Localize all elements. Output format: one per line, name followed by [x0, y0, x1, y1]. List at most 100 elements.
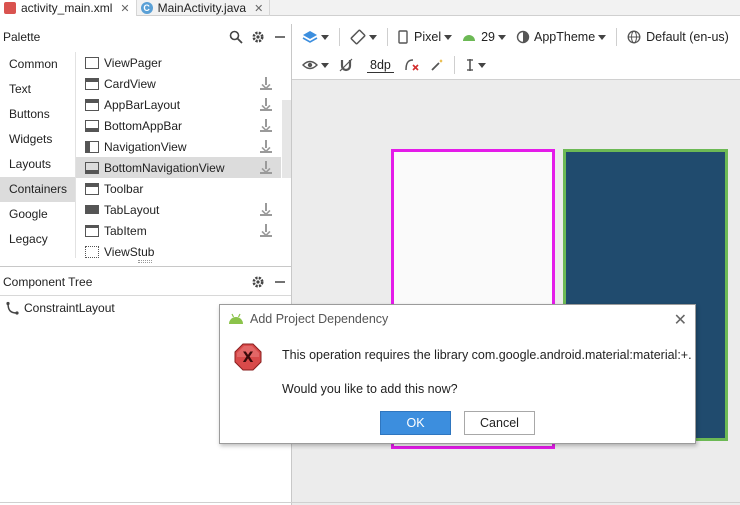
guideline-icon [466, 59, 473, 71]
dialog-title: Add Project Dependency [250, 312, 389, 326]
palette-header: Palette [0, 24, 291, 50]
rotate-device-icon [350, 29, 366, 45]
constraint-toolbar: 8dp [292, 52, 740, 78]
tablayout-icon [85, 205, 99, 214]
category-buttons[interactable]: Buttons [0, 102, 75, 127]
java-class-icon: C [140, 2, 153, 14]
appbarlayout-icon [85, 98, 99, 111]
component-tabitem[interactable]: TabItem [76, 220, 281, 241]
constraint-layout-icon [6, 301, 19, 315]
eye-icon [302, 60, 318, 70]
component-tablayout[interactable]: TabLayout [76, 199, 281, 220]
download-icon[interactable] [260, 98, 272, 111]
tree-separator [0, 295, 291, 296]
clear-constraints-button[interactable] [404, 58, 420, 72]
category-google[interactable]: Google [0, 202, 75, 227]
component-tree-header: Component Tree [0, 270, 291, 294]
component-label: AppBarLayout [104, 97, 181, 112]
phone-icon [398, 30, 408, 44]
theme-selector[interactable]: AppTheme [516, 30, 607, 44]
close-icon[interactable]: ✕ [674, 310, 687, 330]
component-label: TabLayout [104, 202, 160, 217]
minimize-icon[interactable] [269, 271, 291, 293]
tabitem-icon [85, 224, 99, 237]
minimize-icon[interactable] [269, 26, 291, 48]
tab-mainactivity-java[interactable]: C MainActivity.java ✕ [137, 0, 271, 16]
design-surface-button[interactable] [302, 30, 329, 44]
category-text[interactable]: Text [0, 77, 75, 102]
default-margin-field[interactable]: 8dp [363, 58, 394, 73]
component-navigationview[interactable]: NavigationView [76, 136, 281, 157]
bottomnavigationview-icon [85, 161, 99, 174]
guidelines-button[interactable] [465, 58, 486, 72]
component-label: Toolbar [104, 181, 144, 196]
ok-button[interactable]: OK [380, 411, 451, 435]
layers-icon [302, 31, 318, 43]
download-icon[interactable] [260, 161, 272, 174]
component-label: BottomNavigationView [104, 160, 225, 175]
error-icon: X [234, 343, 262, 371]
download-icon[interactable] [260, 140, 272, 153]
component-bottomappbar[interactable]: BottomAppBar [76, 115, 281, 136]
search-icon[interactable] [225, 26, 247, 48]
component-label: ViewPager [104, 55, 162, 70]
android-icon [229, 313, 243, 324]
tree-item-label: ConstraintLayout [24, 301, 115, 315]
download-icon[interactable] [260, 203, 272, 216]
panel-resize-grip[interactable] [138, 260, 152, 263]
dialog-question: Would you like to add this now? [282, 382, 458, 396]
category-common[interactable]: Common [0, 52, 75, 77]
panel-separator [0, 266, 291, 267]
component-label: TabItem [104, 223, 147, 238]
palette-scrollbar[interactable] [282, 100, 291, 178]
component-toolbar[interactable]: Toolbar [76, 178, 281, 199]
download-icon[interactable] [260, 77, 272, 90]
locale-selector[interactable]: Default (en-us) [627, 30, 729, 44]
component-label: NavigationView [104, 139, 187, 154]
magnet-icon [339, 58, 353, 72]
close-tab-icon[interactable]: ✕ [120, 2, 129, 15]
palette-category-list: Common Text Buttons Widgets Layouts Cont… [0, 52, 75, 258]
tab-activity-main-xml[interactable]: activity_main.xml ✕ [0, 0, 137, 16]
device-selector[interactable]: Pixel [398, 30, 453, 44]
category-legacy[interactable]: Legacy [0, 227, 75, 252]
palette-title: Palette [3, 30, 41, 44]
autoconnect-toggle[interactable] [339, 58, 353, 72]
gear-icon[interactable] [247, 26, 269, 48]
locale-label: Default (en-us) [646, 30, 729, 44]
device-label: Pixel [414, 30, 442, 44]
tab-label: MainActivity.java [157, 1, 247, 15]
component-viewpager[interactable]: ViewPager [76, 52, 281, 73]
view-options-button[interactable] [302, 59, 329, 71]
category-containers[interactable]: Containers [0, 177, 75, 202]
component-label: BottomAppBar [104, 118, 183, 133]
cancel-button[interactable]: Cancel [464, 411, 535, 435]
svg-text:X: X [243, 350, 254, 366]
infer-constraints-button[interactable] [430, 58, 444, 72]
viewpager-icon [85, 56, 99, 69]
close-tab-icon[interactable]: ✕ [254, 2, 263, 15]
api-level-selector[interactable]: 29 [462, 30, 506, 44]
component-cardview[interactable]: CardView [76, 73, 281, 94]
download-icon[interactable] [260, 119, 272, 132]
component-appbarlayout[interactable]: AppBarLayout [76, 94, 281, 115]
cardview-icon [85, 77, 99, 90]
add-project-dependency-dialog: Add Project Dependency ✕ X This operatio… [219, 304, 696, 444]
download-icon[interactable] [260, 224, 272, 237]
component-label: CardView [104, 76, 156, 91]
margin-value: 8dp [367, 58, 394, 73]
globe-icon [627, 30, 641, 44]
component-bottomnavigationview[interactable]: BottomNavigationView [76, 157, 281, 178]
category-widgets[interactable]: Widgets [0, 127, 75, 152]
viewstub-icon [85, 245, 99, 258]
orientation-button[interactable] [350, 29, 377, 45]
gear-icon[interactable] [247, 271, 269, 293]
api-label: 29 [481, 30, 495, 44]
component-tree-title: Component Tree [3, 275, 93, 289]
tree-item-constraintlayout[interactable]: ConstraintLayout [5, 299, 115, 317]
magic-wand-icon [431, 59, 443, 71]
component-viewstub[interactable]: ViewStub [76, 241, 281, 258]
editor-tab-bar: activity_main.xml ✕ C MainActivity.java … [0, 0, 740, 16]
clear-constraints-icon [405, 59, 419, 71]
category-layouts[interactable]: Layouts [0, 152, 75, 177]
